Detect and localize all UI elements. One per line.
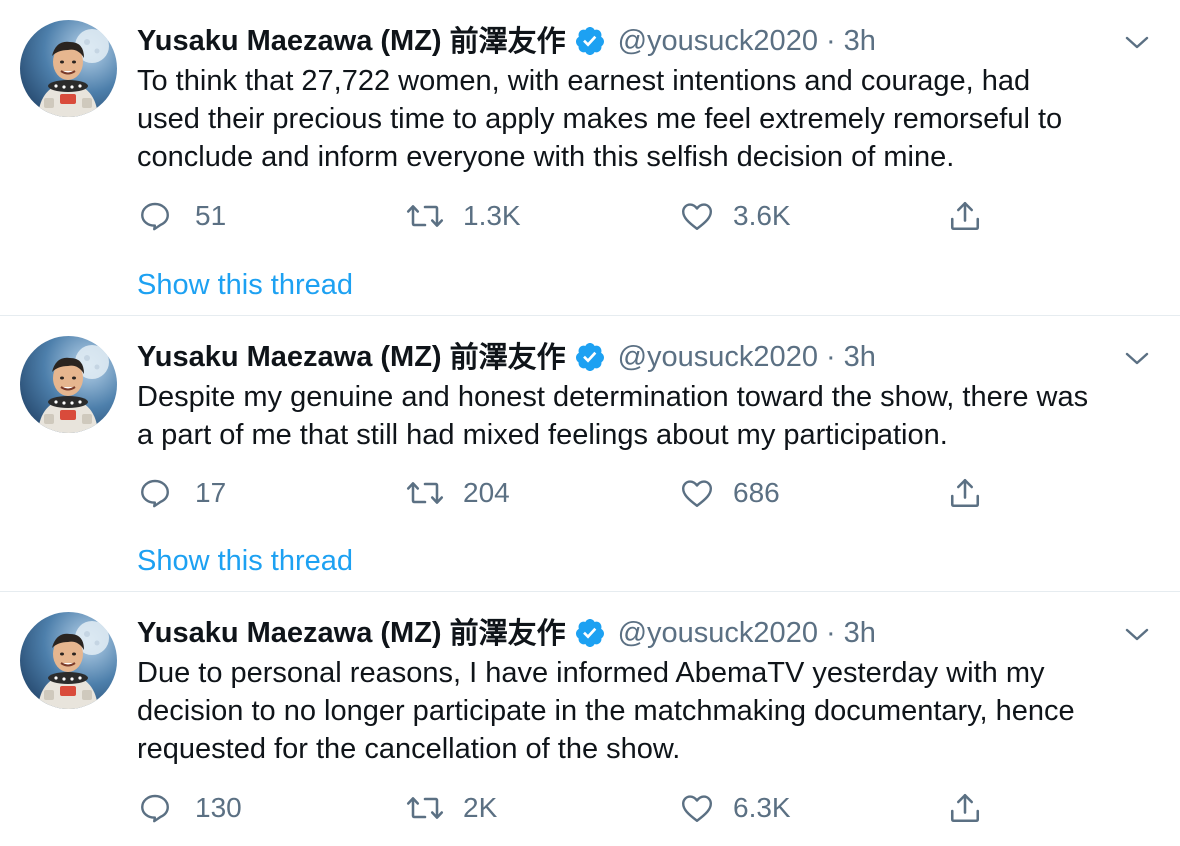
tweet-timestamp[interactable]: 3h — [844, 612, 876, 654]
tweet-header: Yusaku Maezawa (MZ) 前澤友作 @yousuck2020 · … — [137, 336, 876, 378]
reply-count: 130 — [195, 792, 242, 823]
show-thread-link[interactable]: Show this thread — [137, 267, 353, 303]
share-button[interactable] — [947, 473, 983, 513]
verified-badge-icon — [574, 617, 606, 649]
reply-button[interactable]: 130 — [137, 788, 242, 828]
tweet-timestamp[interactable]: 3h — [844, 20, 876, 62]
author-handle[interactable]: @yousuck2020 — [618, 612, 818, 654]
chevron-down-icon[interactable] — [1124, 346, 1150, 372]
tweet-actions: 17 204 686 — [137, 473, 1037, 513]
tweet-timestamp[interactable]: 3h — [844, 336, 876, 378]
author-name-cjk[interactable]: 前澤友作 — [450, 612, 566, 654]
like-button[interactable]: 3.6K — [679, 196, 791, 236]
avatar[interactable] — [20, 20, 117, 117]
tweet-text: To think that 27,722 women, with earnest… — [137, 65, 1063, 173]
retweet-icon — [405, 198, 445, 234]
author-name[interactable]: Yusaku Maezawa (MZ) — [137, 336, 442, 378]
verified-badge-icon — [574, 341, 606, 373]
timeline: Yusaku Maezawa (MZ) 前澤友作 @yousuck2020 · … — [0, 0, 1180, 846]
separator-dot: · — [825, 617, 836, 649]
retweet-count: 1.3K — [463, 200, 521, 231]
author-handle[interactable]: @yousuck2020 — [618, 336, 818, 378]
author-name-cjk[interactable]: 前澤友作 — [450, 20, 566, 62]
heart-icon — [679, 475, 715, 511]
tweet-actions: 130 2K 6.3K — [137, 788, 1037, 828]
reply-count: 51 — [195, 200, 227, 231]
tweet[interactable]: Yusaku Maezawa (MZ) 前澤友作 @yousuck2020 · … — [0, 592, 1180, 846]
like-button[interactable]: 6.3K — [679, 788, 791, 828]
retweet-icon — [405, 475, 445, 511]
tweet-header: Yusaku Maezawa (MZ) 前澤友作 @yousuck2020 · … — [137, 20, 876, 62]
reply-button[interactable]: 51 — [137, 196, 226, 236]
retweet-icon — [405, 790, 445, 826]
retweet-count: 2K — [463, 792, 498, 823]
share-upload-icon — [947, 198, 983, 234]
like-button[interactable]: 686 — [679, 473, 780, 513]
verified-badge-icon — [574, 25, 606, 57]
author-name-cjk[interactable]: 前澤友作 — [450, 336, 566, 378]
like-count: 6.3K — [733, 792, 791, 823]
retweet-count: 204 — [463, 477, 510, 508]
author-name[interactable]: Yusaku Maezawa (MZ) — [137, 20, 442, 62]
chevron-down-icon[interactable] — [1124, 30, 1150, 56]
share-button[interactable] — [947, 196, 983, 236]
share-upload-icon — [947, 790, 983, 826]
reply-bubble-icon — [137, 790, 173, 826]
reply-bubble-icon — [137, 198, 173, 234]
separator-dot: · — [825, 25, 836, 57]
share-upload-icon — [947, 475, 983, 511]
like-count: 3.6K — [733, 200, 791, 231]
avatar[interactable] — [20, 612, 117, 709]
tweet[interactable]: Yusaku Maezawa (MZ) 前澤友作 @yousuck2020 · … — [0, 316, 1180, 592]
reply-button[interactable]: 17 — [137, 473, 226, 513]
share-button[interactable] — [947, 788, 983, 828]
retweet-button[interactable]: 204 — [405, 473, 510, 513]
author-name[interactable]: Yusaku Maezawa (MZ) — [137, 612, 442, 654]
separator-dot: · — [825, 341, 836, 373]
tweet-text: Despite my genuine and honest determinat… — [137, 381, 1089, 451]
avatar[interactable] — [20, 336, 117, 433]
show-thread-link[interactable]: Show this thread — [137, 543, 353, 579]
tweet[interactable]: Yusaku Maezawa (MZ) 前澤友作 @yousuck2020 · … — [0, 0, 1180, 316]
tweet-text: Due to personal reasons, I have informed… — [137, 657, 1075, 765]
like-count: 686 — [733, 477, 780, 508]
reply-count: 17 — [195, 477, 227, 508]
heart-icon — [679, 198, 715, 234]
retweet-button[interactable]: 2K — [405, 788, 497, 828]
author-handle[interactable]: @yousuck2020 — [618, 20, 818, 62]
tweet-actions: 51 1.3K 3.6K — [137, 196, 1037, 236]
tweet-header: Yusaku Maezawa (MZ) 前澤友作 @yousuck2020 · … — [137, 612, 876, 654]
retweet-button[interactable]: 1.3K — [405, 196, 521, 236]
chevron-down-icon[interactable] — [1124, 622, 1150, 648]
heart-icon — [679, 790, 715, 826]
reply-bubble-icon — [137, 475, 173, 511]
